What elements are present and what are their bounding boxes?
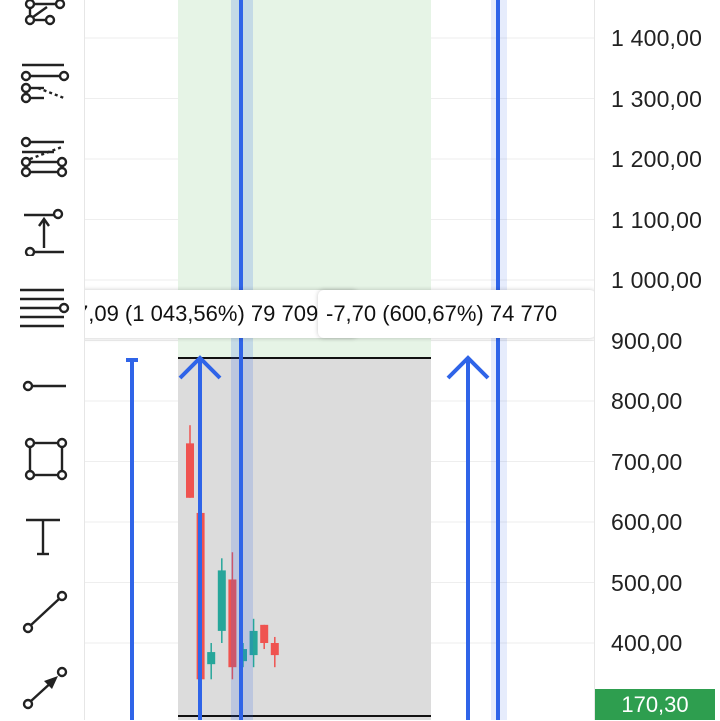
price-tick-label: 1 200,00 — [611, 146, 703, 172]
candle-body — [217, 570, 226, 631]
pitchfan-tool[interactable] — [14, 56, 74, 108]
measure-callout-left-text: 7,09 (1 043,56%) 79 709 — [84, 301, 319, 326]
candle-body — [186, 443, 194, 498]
pitchfan-lines-icon — [20, 63, 70, 104]
vertical-measure-icon — [24, 208, 64, 256]
candle-body — [207, 652, 216, 665]
candle — [217, 558, 226, 643]
candle-body — [270, 643, 279, 656]
arrow-line-icon — [22, 666, 68, 710]
price-tick-label: 800,00 — [611, 388, 683, 414]
price-tick-label: 1 100,00 — [611, 206, 703, 233]
trend-line-tool[interactable] — [14, 584, 74, 636]
chart-workspace: 7,09 (1 043,56%) 79 709 -7,70 (600,67%) … — [0, 0, 720, 720]
rectangle-tool[interactable] — [14, 434, 74, 486]
fib-channel-icon — [20, 136, 68, 178]
fib-retracement-tool[interactable] — [14, 286, 74, 338]
node-graph-icon — [24, 0, 66, 26]
candle-body — [260, 624, 269, 643]
drawing-toolbar — [0, 0, 85, 720]
price-tick-label: 400,00 — [611, 630, 683, 656]
price-tick-label: 500,00 — [611, 569, 683, 596]
text-tool[interactable] — [14, 512, 74, 564]
price-axis[interactable]: 1 400,00 1 300,00 1 200,00 1 100,00 1 00… — [594, 0, 720, 720]
measure-callout-right-text: -7,70 (600,67%) 74 770 — [326, 301, 558, 326]
price-tick-label: 1 300,00 — [611, 85, 703, 112]
text-tool-icon — [26, 518, 60, 556]
loss-range-zone[interactable] — [178, 358, 431, 720]
node-graph-tool[interactable] — [14, 0, 74, 42]
vertical-measure-tool[interactable] — [14, 204, 74, 256]
price-tick-label: 1 400,00 — [611, 25, 703, 51]
measure-callout-left[interactable]: 7,09 (1 043,56%) 79 709 — [84, 290, 358, 338]
current-price-badge: 170,30 — [595, 689, 715, 720]
fib-retracement-icon — [20, 288, 70, 328]
trend-line-icon — [22, 590, 68, 634]
ray-line-icon — [22, 380, 66, 392]
price-tick-label: 700,00 — [611, 448, 683, 475]
ray-line-tool[interactable] — [14, 360, 74, 412]
price-tick-label: 900,00 — [611, 327, 683, 354]
price-tick-label: 600,00 — [611, 509, 683, 535]
chart-canvas[interactable]: 7,09 (1 043,56%) 79 709 -7,70 (600,67%) … — [84, 0, 594, 720]
arrow-line-tool[interactable] — [14, 662, 74, 714]
price-tick-label: 1 000,00 — [611, 267, 703, 293]
fib-channel-tool[interactable] — [14, 128, 74, 180]
measure-callout-right[interactable]: -7,70 (600,67%) 74 770 — [318, 290, 594, 338]
rectangle-icon — [24, 437, 68, 481]
chart-drawing-surface[interactable] — [84, 0, 594, 720]
